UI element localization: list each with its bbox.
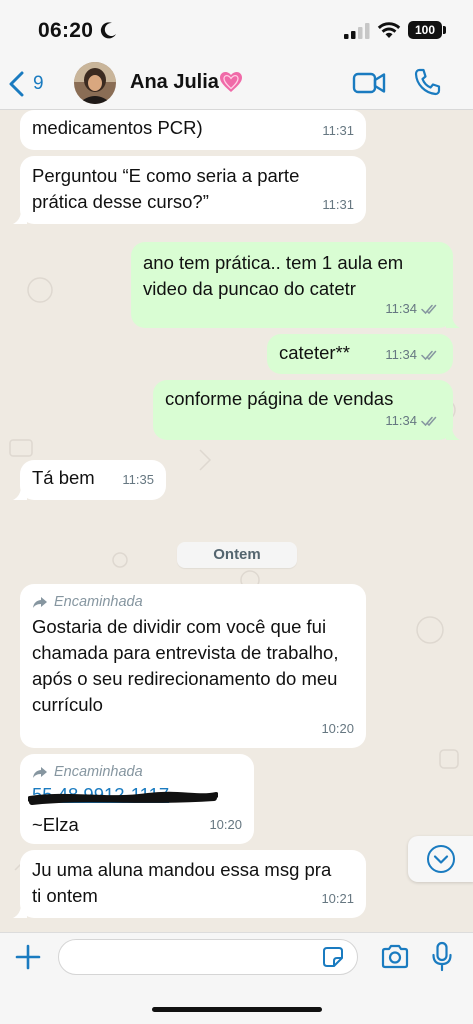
forwarded-label: Encaminhada <box>32 592 354 612</box>
redaction-scribble <box>28 791 218 805</box>
forward-arrow-icon <box>33 596 47 608</box>
video-call-icon[interactable] <box>352 69 386 97</box>
message-time: 11:31 <box>322 123 354 138</box>
moon-icon <box>100 22 116 39</box>
battery-tip <box>443 26 446 34</box>
chat-area[interactable]: medicamentos PCR) 11:31 Perguntou “E com… <box>0 110 473 932</box>
message-text: Perguntou “E como seria a parte prática … <box>32 165 300 212</box>
back-button[interactable]: 9 <box>8 68 44 100</box>
unread-count: 9 <box>33 73 44 94</box>
bubble-tail <box>446 314 460 328</box>
message-bubble-incoming[interactable]: Encaminhada 55 48 9912-1117 ~Elza 10:20 <box>20 754 254 844</box>
message-text: medicamentos PCR) <box>32 117 203 138</box>
message-bubble-incoming[interactable]: Tá bem 11:35 <box>13 460 166 500</box>
camera-icon[interactable] <box>380 943 410 971</box>
chevron-left-icon <box>9 71 24 97</box>
sticker-icon[interactable] <box>322 946 344 968</box>
forward-arrow-icon <box>33 766 47 778</box>
bubble-tail <box>446 426 460 440</box>
message-bubble-incoming[interactable]: Ju uma aluna mandou essa msg pra ti onte… <box>13 850 366 918</box>
message-bubble-outgoing[interactable]: conforme página de vendas 11:34 <box>153 380 460 440</box>
message-text: ano tem prática.. tem 1 aula em video da… <box>143 252 404 299</box>
bubble-tail <box>13 904 27 918</box>
message-text: cateter** <box>279 342 350 363</box>
status-time: 06:20 <box>38 19 94 42</box>
message-text: Ju uma aluna mandou essa msg pra ti onte… <box>32 859 332 906</box>
message-text: conforme página de vendas <box>165 388 394 409</box>
bubble-tail <box>13 210 27 224</box>
status-bar: 06:20 100 <box>0 0 473 58</box>
heart-icon <box>220 72 242 92</box>
double-check-icon <box>421 416 437 427</box>
microphone-icon[interactable] <box>431 941 453 973</box>
battery-icon: 100 <box>408 21 442 39</box>
message-text: Gostaria de dividir com você que fui cha… <box>32 616 339 715</box>
message-bubble-outgoing[interactable]: ano tem prática.. tem 1 aula em video da… <box>131 242 460 328</box>
message-time: 10:20 <box>321 721 354 736</box>
avatar-photo <box>74 62 116 104</box>
message-text: Tá bem <box>32 467 95 488</box>
message-time: 11:34 <box>385 408 441 434</box>
message-input[interactable] <box>58 939 358 975</box>
message-time: 11:34 <box>385 296 441 322</box>
contact-name[interactable]: Ana Julia <box>130 71 219 94</box>
forwarded-label: Encaminhada <box>32 762 242 782</box>
message-time: 11:34 <box>385 342 441 368</box>
message-bubble-incoming[interactable]: medicamentos PCR) 11:31 <box>20 110 366 150</box>
message-time: 10:20 <box>209 817 242 832</box>
scroll-to-bottom-button[interactable] <box>408 836 473 882</box>
message-time: 10:21 <box>321 891 354 906</box>
double-check-icon <box>421 350 437 361</box>
home-indicator <box>152 1007 322 1012</box>
chat-header: 9 Ana Julia <box>0 58 473 110</box>
phone-icon[interactable] <box>413 67 441 97</box>
message-time: 11:35 <box>122 472 154 487</box>
avatar[interactable] <box>74 62 116 104</box>
message-bubble-incoming[interactable]: Perguntou “E como seria a parte prática … <box>13 156 366 224</box>
message-bubble-incoming[interactable]: Encaminhada Gostaria de dividir com você… <box>20 584 366 748</box>
chevron-down-circle-icon <box>427 845 455 873</box>
date-divider: Ontem <box>177 542 297 568</box>
double-check-icon <box>421 304 437 315</box>
message-time: 11:31 <box>322 197 354 212</box>
plus-icon[interactable] <box>14 943 42 971</box>
message-bubble-outgoing[interactable]: cateter** 11:34 <box>267 334 453 374</box>
bubble-tail <box>13 486 27 500</box>
phone-number-link[interactable]: 55 48 9912-1117 <box>28 784 242 806</box>
signal-icon <box>344 23 370 39</box>
composer-bar <box>0 932 473 1024</box>
wifi-icon <box>377 22 401 38</box>
